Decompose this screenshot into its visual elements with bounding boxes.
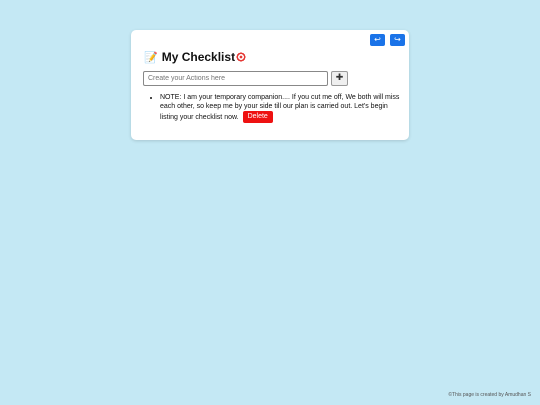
redo-button[interactable]: ↪ [390, 34, 405, 46]
memo-icon: 📝 [144, 50, 158, 64]
page-title: 📝 My Checklist [144, 50, 247, 64]
delete-button[interactable]: Delete [242, 111, 273, 123]
footer-credit: ©This page is created by Amudhan S [448, 392, 531, 398]
add-action-button[interactable]: ✚ [331, 71, 348, 86]
undo-button[interactable]: ↩ [370, 34, 385, 46]
action-input[interactable] [143, 71, 328, 86]
target-icon [236, 52, 247, 62]
checklist: NOTE: I am your temporary companion.... … [151, 93, 405, 123]
undo-arrow-icon: ↩ [374, 35, 381, 44]
history-controls: ↩ ↪ [370, 34, 405, 46]
plus-icon: ✚ [335, 73, 344, 83]
checklist-card: ↩ ↪ 📝 My Checklist ✚ NOTE: I am your tem… [131, 30, 409, 140]
title-text: My Checklist [161, 50, 236, 64]
list-item-text: NOTE: I am your temporary companion.... … [160, 94, 400, 121]
redo-arrow-icon: ↪ [394, 35, 401, 44]
list-item: NOTE: I am your temporary companion.... … [160, 93, 405, 123]
add-action-row: ✚ [143, 71, 348, 86]
